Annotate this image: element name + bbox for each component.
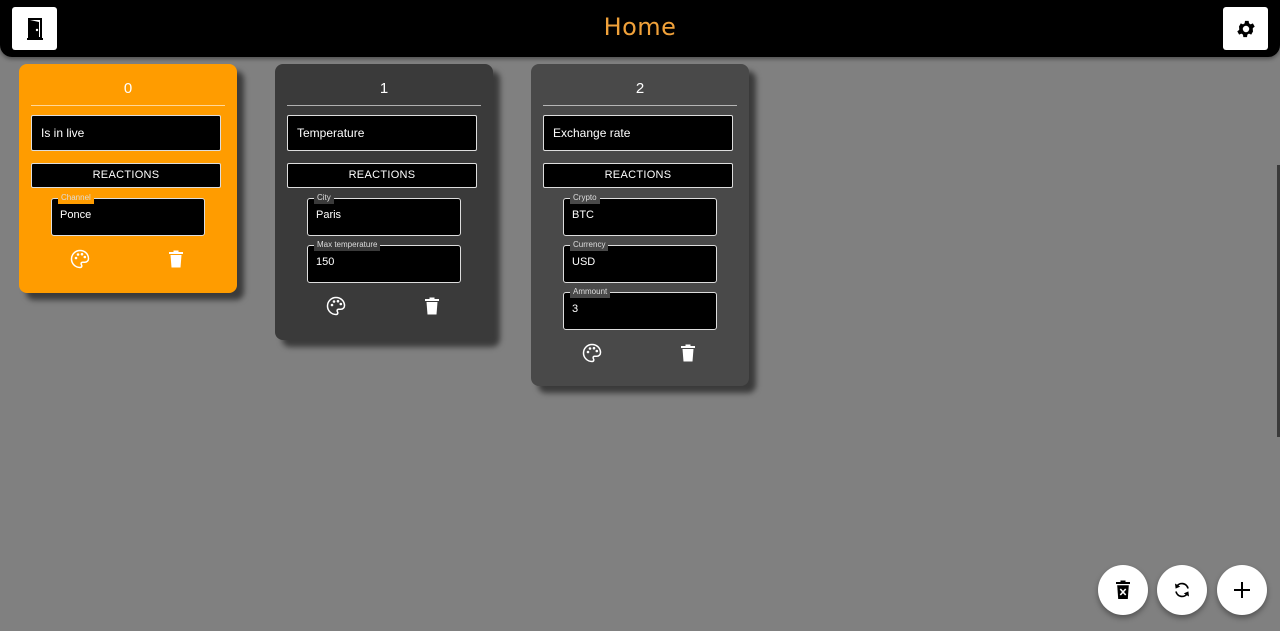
action-name[interactable]: Exchange rate: [543, 115, 733, 151]
city-field[interactable]: City Paris: [307, 192, 461, 236]
action-name[interactable]: Is in live: [31, 115, 221, 151]
reactions-button[interactable]: REACTIONS: [543, 163, 733, 188]
crypto-field[interactable]: Crypto BTC: [563, 192, 717, 236]
delete-all-icon: [1116, 580, 1130, 599]
action-name[interactable]: Temperature: [287, 115, 477, 151]
delete-button[interactable]: [165, 248, 187, 270]
field-label: City: [314, 192, 334, 204]
field-label: Channel: [58, 192, 94, 204]
delete-all-button[interactable]: [1098, 565, 1148, 615]
refresh-button[interactable]: [1157, 565, 1207, 615]
field-value: Ponce: [60, 209, 92, 221]
field-value: BTC: [572, 209, 594, 221]
field-value: 3: [572, 303, 579, 315]
field-label: Max temperature: [314, 239, 381, 251]
field-label: Crypto: [570, 192, 600, 204]
add-icon: [1234, 582, 1250, 598]
delete-button[interactable]: [421, 295, 443, 317]
field-label: Currency: [570, 239, 609, 251]
applet-card-1: 1 Temperature REACTIONS City Paris Max t…: [275, 64, 493, 340]
card-index: 2: [543, 80, 737, 106]
applet-card-0: 0 Is in live REACTIONS Channel Ponce: [19, 64, 237, 293]
amount-field[interactable]: Ammount 3: [563, 286, 717, 330]
max-temperature-field[interactable]: Max temperature 150: [307, 239, 461, 283]
refresh-icon: [1175, 582, 1189, 598]
reactions-button[interactable]: REACTIONS: [31, 163, 221, 188]
currency-field[interactable]: Currency USD: [563, 239, 717, 283]
settings-button[interactable]: [1223, 7, 1268, 50]
field-value: USD: [572, 256, 596, 268]
page-title: Home: [603, 13, 677, 41]
channel-field[interactable]: Channel Ponce: [51, 192, 205, 236]
top-bar: Home: [0, 0, 1280, 57]
delete-button[interactable]: [677, 342, 699, 364]
trash-icon: [169, 250, 183, 268]
field-value: 150: [316, 256, 335, 268]
color-button[interactable]: [581, 342, 603, 364]
color-button[interactable]: [325, 295, 347, 317]
field-value: Paris: [316, 209, 342, 221]
color-button[interactable]: [69, 248, 91, 270]
card-index: 1: [287, 80, 481, 106]
field-label: Ammount: [570, 286, 611, 298]
trash-icon: [681, 344, 695, 362]
gear-icon: [1236, 20, 1255, 37]
reactions-button[interactable]: REACTIONS: [287, 163, 477, 188]
palette-icon: [70, 249, 90, 269]
applet-card-2: 2 Exchange rate REACTIONS Crypto BTC Cur…: [531, 64, 749, 386]
card-index: 0: [31, 80, 225, 106]
trash-icon: [425, 297, 439, 315]
add-button[interactable]: [1217, 565, 1267, 615]
palette-icon: [582, 343, 602, 363]
palette-icon: [326, 296, 346, 316]
